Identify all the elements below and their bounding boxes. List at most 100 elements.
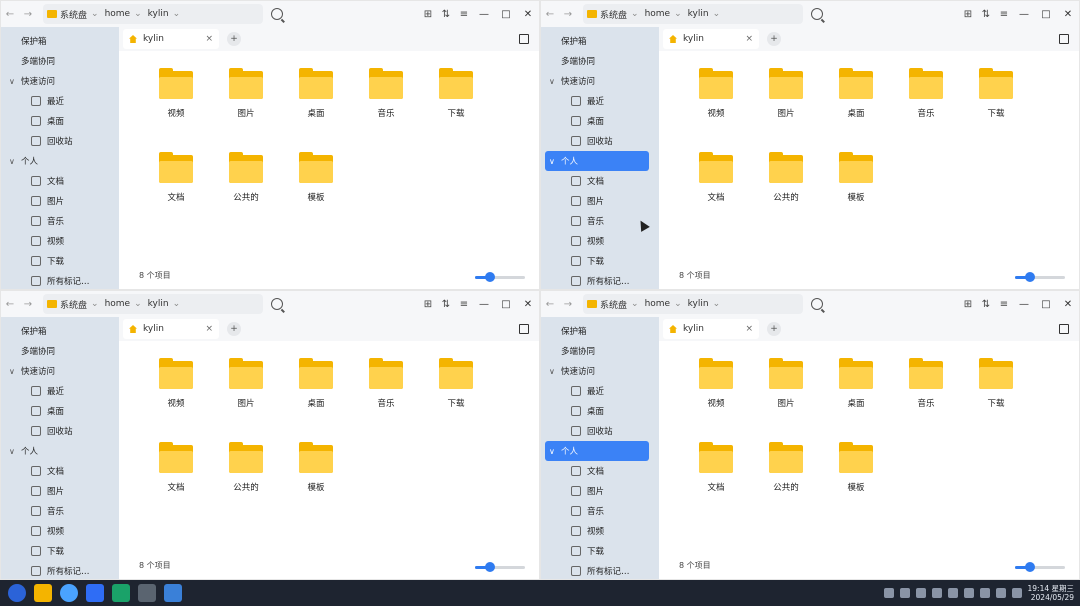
sidebar-item[interactable]: 回收站 [1,131,119,151]
sidebar-item[interactable]: ∨ 快速访问 [1,71,119,91]
view-mode-icon[interactable]: ⊞ [419,9,437,20]
path-bar[interactable]: 系统盘 ⌄ home ⌄ kylin ⌄ [43,294,263,314]
file-item[interactable]: 下载 [421,358,491,443]
tab-kylin[interactable]: kylin × [123,29,219,49]
file-item[interactable]: 公共的 [751,152,821,237]
clock[interactable]: 19:14 星期三 2024/05/29 [1028,584,1075,602]
sidebar-item[interactable]: 视频 [1,521,119,541]
detail-panel-icon[interactable] [519,34,529,44]
file-item[interactable]: 音乐 [351,68,421,153]
caret-down-icon[interactable]: ∨ [9,77,21,86]
breadcrumb-item[interactable]: 系统盘 ⌄ [587,8,639,21]
caret-down-icon[interactable]: ∨ [9,447,21,456]
back-arrow-icon[interactable]: ← [1,299,19,310]
sidebar-item[interactable]: 所有标记… [1,561,119,579]
chevron-down-icon[interactable]: ⌄ [674,299,682,309]
sidebar-item[interactable]: ∨ 快速访问 [1,361,119,381]
volume-icon[interactable] [995,588,1006,598]
file-item[interactable]: 文档 [681,152,751,237]
file-item[interactable]: 视频 [681,358,751,443]
sidebar-item[interactable]: ∨ 个人 [545,151,649,171]
sidebar-item[interactable]: 视频 [1,231,119,251]
sort-icon[interactable]: ⇅ [977,9,995,20]
sidebar-item[interactable]: 文档 [1,461,119,481]
tab-close-icon[interactable]: × [745,34,753,44]
file-item[interactable]: 视频 [681,68,751,153]
breadcrumb-item[interactable]: 系统盘 ⌄ [587,298,639,311]
sidebar-item[interactable]: ∨ 个人 [1,441,119,461]
tray-app-icon[interactable] [899,588,910,598]
tab-kylin[interactable]: kylin × [663,29,759,49]
file-item[interactable]: 图片 [211,68,281,153]
menu-icon[interactable]: ≡ [995,9,1013,20]
zoom-slider[interactable] [475,562,525,572]
file-item[interactable]: 公共的 [211,152,281,237]
sidebar-item[interactable]: 文档 [541,171,659,191]
file-item[interactable]: 图片 [751,358,821,443]
sidebar-item[interactable]: ∨ 快速访问 [541,361,659,381]
zoom-handle[interactable] [1025,562,1035,572]
minimize-icon[interactable]: — [1013,299,1035,310]
zoom-slider[interactable] [1015,562,1065,572]
file-item[interactable]: 文档 [141,152,211,237]
caret-down-icon[interactable]: ∨ [549,447,561,456]
path-bar[interactable]: 系统盘 ⌄ home ⌄ kylin ⌄ [583,4,803,24]
bluetooth-icon[interactable] [979,588,990,598]
sidebar-item[interactable]: 音乐 [541,501,659,521]
back-arrow-icon[interactable]: ← [541,299,559,310]
sidebar-item[interactable]: 桌面 [1,401,119,421]
sidebar-item[interactable]: ∨ 个人 [545,441,649,461]
sidebar-item[interactable]: 音乐 [1,501,119,521]
caret-down-icon[interactable]: ∨ [9,157,21,166]
sidebar-item[interactable]: 所有标记… [541,271,659,289]
breadcrumb-item[interactable]: home ⌄ [645,299,682,309]
search-icon[interactable] [271,8,283,20]
sort-icon[interactable]: ⇅ [437,299,455,310]
file-item[interactable]: 下载 [421,68,491,153]
breadcrumb-item[interactable]: kylin ⌄ [148,9,180,19]
sidebar-item[interactable]: 回收站 [1,421,119,441]
sidebar-item[interactable]: 图片 [1,481,119,501]
file-item[interactable]: 桌面 [281,68,351,153]
back-arrow-icon[interactable]: ← [1,9,19,20]
sidebar-item[interactable]: 保护箱 [541,321,659,341]
file-item[interactable]: 桌面 [281,358,351,443]
breadcrumb-item[interactable]: kylin ⌄ [688,9,720,19]
chevron-down-icon[interactable]: ⌄ [631,299,639,309]
minimize-icon[interactable]: — [473,299,495,310]
sidebar-item[interactable]: 多端协同 [1,51,119,71]
monitor-icon[interactable] [164,584,182,602]
forward-arrow-icon[interactable]: → [559,9,577,20]
sidebar-item[interactable]: 多端协同 [541,341,659,361]
zoom-handle[interactable] [1025,272,1035,282]
path-bar[interactable]: 系统盘 ⌄ home ⌄ kylin ⌄ [583,294,803,314]
store-icon[interactable] [112,584,130,602]
forward-arrow-icon[interactable]: → [559,299,577,310]
menu-icon[interactable]: ≡ [995,299,1013,310]
forward-arrow-icon[interactable]: → [19,299,37,310]
search-icon[interactable] [811,298,823,310]
close-icon[interactable]: ✕ [517,299,539,310]
back-arrow-icon[interactable]: ← [541,9,559,20]
detail-panel-icon[interactable] [1059,34,1069,44]
sidebar-item[interactable]: 多端协同 [1,341,119,361]
sidebar-item[interactable]: 文档 [541,461,659,481]
view-mode-icon[interactable]: ⊞ [419,299,437,310]
sidebar-item[interactable]: 桌面 [1,111,119,131]
browser-icon[interactable] [60,584,78,602]
sidebar-item[interactable]: 图片 [541,191,659,211]
breadcrumb-item[interactable]: home ⌄ [645,9,682,19]
breadcrumb-item[interactable]: home ⌄ [105,9,142,19]
maximize-icon[interactable]: □ [495,299,517,310]
detail-panel-icon[interactable] [519,324,529,334]
sidebar-item[interactable]: 所有标记… [541,561,659,579]
file-item[interactable]: 视频 [141,68,211,153]
forward-arrow-icon[interactable]: → [19,9,37,20]
sidebar-item[interactable]: 桌面 [541,401,659,421]
breadcrumb-item[interactable]: home ⌄ [105,299,142,309]
close-icon[interactable]: ✕ [1057,9,1079,20]
view-mode-icon[interactable]: ⊞ [959,299,977,310]
breadcrumb-item[interactable]: 系统盘 ⌄ [47,8,99,21]
chevron-down-icon[interactable]: ⌄ [134,9,142,19]
menu-icon[interactable]: ≡ [455,9,473,20]
